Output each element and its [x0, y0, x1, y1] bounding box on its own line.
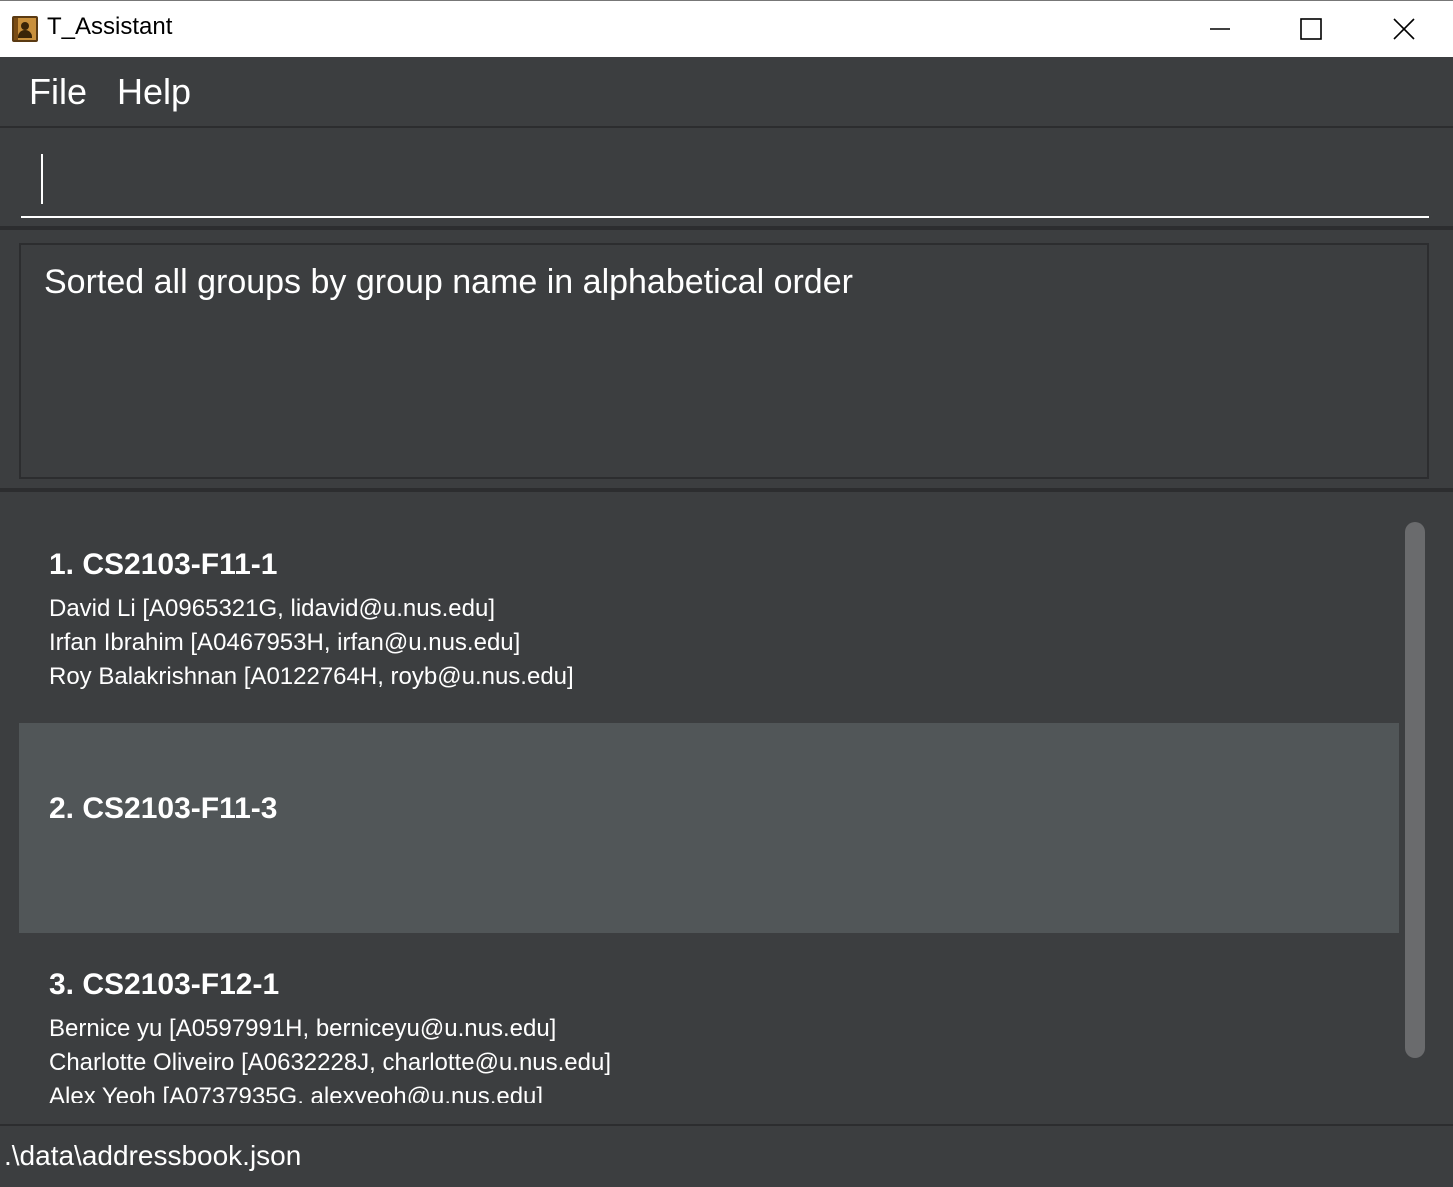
- menu-help[interactable]: Help: [117, 71, 191, 113]
- group-member: David Li [A0965321G, lidavid@u.nus.edu]: [49, 595, 495, 622]
- title-bar[interactable]: T_Assistant: [0, 0, 1453, 57]
- address-book-icon: [12, 16, 38, 42]
- command-input[interactable]: [21, 150, 1429, 218]
- window-title: T_Assistant: [47, 13, 173, 40]
- close-button[interactable]: [1358, 1, 1450, 57]
- group-member: Charlotte Oliveiro [A0632228J, charlotte…: [49, 1049, 612, 1076]
- minimize-icon: [1210, 28, 1230, 30]
- vertical-scrollbar[interactable]: [1403, 513, 1427, 1103]
- group-member: Irfan Ibrahim [A0467953H, irfan@u.nus.ed…: [49, 629, 521, 656]
- result-message: Sorted all groups by group name in alpha…: [44, 263, 853, 301]
- group-list[interactable]: 1. CS2103-F11-1 David Li [A0965321G, lid…: [19, 513, 1399, 1103]
- menu-bar: File Help: [0, 57, 1453, 128]
- group-card[interactable]: 3. CS2103-F12-1 Bernice yu [A0597991H, b…: [19, 933, 1399, 1103]
- group-member: Alex Yeoh [A0737935G, alexyeoh@u.nus.edu…: [49, 1083, 544, 1103]
- command-box: [0, 128, 1453, 230]
- minimize-button[interactable]: [1173, 1, 1265, 57]
- group-member: Bernice yu [A0597991H, berniceyu@u.nus.e…: [49, 1015, 557, 1042]
- group-title: 1. CS2103-F11-1: [49, 548, 278, 581]
- result-display: Sorted all groups by group name in alpha…: [0, 230, 1453, 492]
- group-list-panel: 1. CS2103-F11-1 David Li [A0965321G, lid…: [0, 492, 1453, 1124]
- group-member: Roy Balakrishnan [A0122764H, royb@u.nus.…: [49, 663, 574, 690]
- menu-file[interactable]: File: [29, 71, 87, 113]
- group-title: 3. CS2103-F12-1: [49, 968, 280, 1001]
- scrollbar-thumb[interactable]: [1405, 522, 1425, 1058]
- maximize-icon: [1300, 18, 1322, 40]
- group-card[interactable]: 1. CS2103-F11-1 David Li [A0965321G, lid…: [19, 513, 1399, 723]
- group-title: 2. CS2103-F11-3: [49, 792, 278, 825]
- text-caret: [41, 154, 43, 204]
- status-bar: .\data\addressbook.json: [0, 1124, 1453, 1187]
- close-icon: [1393, 18, 1415, 40]
- maximize-button[interactable]: [1265, 1, 1357, 57]
- result-text-area[interactable]: Sorted all groups by group name in alpha…: [19, 243, 1429, 479]
- data-file-path: .\data\addressbook.json: [4, 1140, 302, 1171]
- app-window: T_Assistant File Help Sorted all groups …: [0, 0, 1453, 1187]
- group-card-selected[interactable]: 2. CS2103-F11-3: [19, 723, 1399, 933]
